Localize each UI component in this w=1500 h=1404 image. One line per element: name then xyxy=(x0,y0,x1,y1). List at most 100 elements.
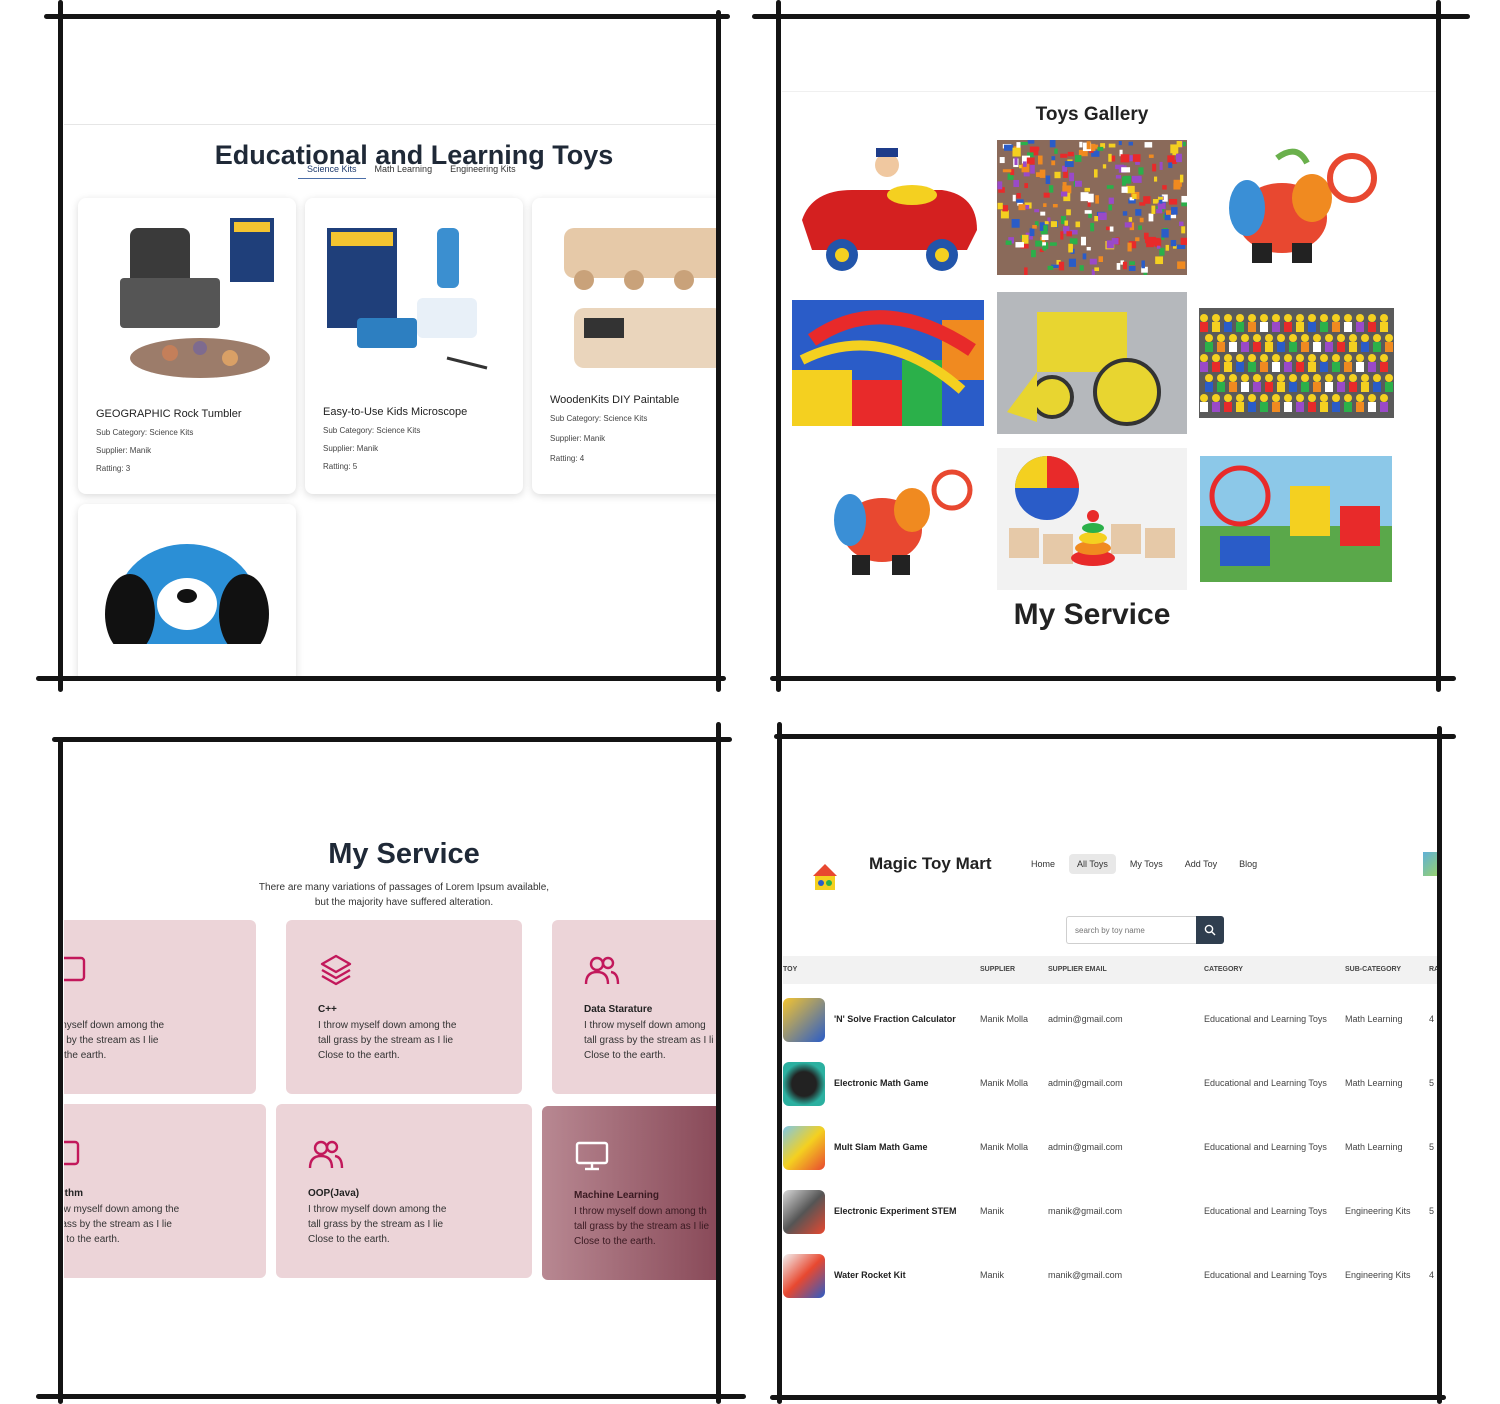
toy-thumbnail xyxy=(783,1254,825,1298)
table-row[interactable]: Water Rocket Kit Manik manik@gmail.com E… xyxy=(783,1244,1437,1308)
service-card[interactable]: hrow myself down among thel grass by the… xyxy=(64,920,256,1094)
category-tabs: Science Kits Math Learning Engineering K… xyxy=(298,160,525,179)
nav-my-toys[interactable]: My Toys xyxy=(1122,854,1171,874)
service-card-name: OOP(Java) xyxy=(308,1188,360,1199)
my-service-panel: My Service There are many variations of … xyxy=(64,742,716,1394)
table-row[interactable]: Electronic Experiment STEM Manik manik@g… xyxy=(783,1180,1437,1244)
gallery-image-red-car[interactable] xyxy=(792,140,982,280)
service-subtitle: There are many variations of passages of… xyxy=(254,880,554,910)
toy-sub-category: Math Learning xyxy=(1345,1078,1403,1088)
toy-name: Electronic Math Game xyxy=(834,1078,929,1088)
rock-tumbler-image xyxy=(120,218,274,378)
service-card[interactable]: OOP(Java) I throw myself down among the t… xyxy=(276,1104,532,1278)
table-row[interactable]: Electronic Math Game Manik Molla admin@g… xyxy=(783,1052,1437,1116)
toy-card[interactable]: WoodenKits DIY Paintable Sub Category: S… xyxy=(532,198,718,494)
nav-blog[interactable]: Blog xyxy=(1231,854,1265,874)
toy-rating: 4 xyxy=(1429,1014,1435,1024)
service-card-desc: I throw myself down among tall grass by t… xyxy=(584,1020,714,1061)
frame-border xyxy=(36,1394,746,1399)
toy-rating: 5 xyxy=(1429,1206,1435,1216)
service-card[interactable]: rithm ow myself down among therass by th… xyxy=(64,1104,266,1278)
toy-name: GEOGRAPHIC Rock Tumbler xyxy=(96,408,242,420)
frame-border xyxy=(770,676,1456,681)
toy-sub-category: Sub Category: Science Kits xyxy=(96,428,194,437)
nav-all-toys[interactable]: All Toys xyxy=(1069,854,1116,874)
layers-icon xyxy=(320,954,352,986)
toy-supplier: Manik xyxy=(980,1270,1005,1280)
avatar[interactable] xyxy=(1423,852,1437,876)
users-icon xyxy=(584,956,620,985)
toy-email: admin@gmail.com xyxy=(1048,1014,1123,1024)
toy-thumbnail xyxy=(783,1126,825,1170)
service-card-desc: I throw myself down among th tall grass b… xyxy=(574,1206,710,1247)
gallery-image-plush-dog[interactable] xyxy=(1202,138,1392,280)
nav-add-toy[interactable]: Add Toy xyxy=(1177,854,1225,874)
magic-toy-mart-logo[interactable] xyxy=(807,858,843,894)
top-navbar xyxy=(64,20,718,125)
search-button[interactable] xyxy=(1196,916,1224,944)
service-card-active[interactable]: Machine Learning I throw myself down amo… xyxy=(542,1106,716,1280)
tab-science-kits[interactable]: Science Kits xyxy=(298,160,366,179)
toy-name: Mult Slam Math Game xyxy=(834,1142,928,1152)
service-card[interactable]: C++ I throw myself down among the tall gr… xyxy=(286,920,522,1094)
gallery-image-toys-letters[interactable] xyxy=(997,448,1187,590)
toy-supplier: Supplier: Manik xyxy=(323,444,379,453)
toy-sub-category: Math Learning xyxy=(1345,1142,1403,1152)
frame-border xyxy=(774,734,1456,739)
frame-border xyxy=(58,737,63,1404)
toy-supplier: Manik Molla xyxy=(980,1014,1029,1024)
toy-category: Educational and Learning Toys xyxy=(1204,1206,1327,1216)
frame-border xyxy=(36,676,726,681)
window-icon xyxy=(64,1140,80,1166)
service-card-desc: hrow myself down among thel grass by the… xyxy=(64,1020,165,1061)
tab-math-learning[interactable]: Math Learning xyxy=(366,160,442,179)
service-card-desc: I throw myself down among the tall grass … xyxy=(318,1020,457,1061)
gallery-image-lego-city[interactable] xyxy=(1200,456,1392,582)
toy-card[interactable]: Easy-to-Use Kids Microscope Sub Category… xyxy=(305,198,523,494)
toy-card[interactable]: GEOGRAPHIC Rock Tumbler Sub Category: Sc… xyxy=(78,198,296,494)
toy-supplier: Supplier: Manik xyxy=(96,446,152,455)
toy-email: manik@gmail.com xyxy=(1048,1206,1123,1216)
tab-engineering-kits[interactable]: Engineering Kits xyxy=(441,160,525,179)
frame-border xyxy=(44,14,730,19)
col-supplier: SUPPLIER xyxy=(980,966,1016,973)
main-nav: Home All Toys My Toys Add Toy Blog xyxy=(1023,854,1265,874)
toy-email: manik@gmail.com xyxy=(1048,1270,1123,1280)
toy-rating: 4 xyxy=(1429,1270,1435,1280)
service-card-name: rithm xyxy=(64,1188,83,1199)
gallery-image-plush-dog-2[interactable] xyxy=(812,450,984,590)
table-row[interactable]: 'N' Solve Fraction Calculator Manik Moll… xyxy=(783,988,1437,1052)
nav-home[interactable]: Home xyxy=(1023,854,1063,874)
col-toy: TOY xyxy=(783,966,798,973)
microscope-image xyxy=(327,228,488,370)
gallery-image-lego-figures[interactable] xyxy=(1199,308,1394,418)
wooden-kit-image xyxy=(564,228,718,368)
service-card[interactable]: Data Starature I throw myself down among… xyxy=(552,920,716,1094)
toy-name: 'N' Solve Fraction Calculator xyxy=(834,1014,956,1024)
toy-category: Educational and Learning Toys xyxy=(1204,1078,1327,1088)
service-subtitle-line2: but the majority have suffered alteratio… xyxy=(314,897,494,908)
frame-border xyxy=(770,1395,1446,1400)
toy-email: admin@gmail.com xyxy=(1048,1142,1123,1152)
gallery-image-yellow-tractor[interactable] xyxy=(997,292,1187,434)
toy-name: Easy-to-Use Kids Microscope xyxy=(323,406,468,418)
toys-gallery-panel: Toys Gallery My Service xyxy=(782,20,1436,674)
toy-supplier: Manik Molla xyxy=(980,1142,1029,1152)
toy-thumbnail xyxy=(783,1062,825,1106)
service-card-desc: I throw myself down among the tall grass … xyxy=(308,1204,447,1245)
toy-card[interactable] xyxy=(78,504,296,680)
search-input[interactable] xyxy=(1066,916,1196,944)
col-category: CATEGORY xyxy=(1204,966,1243,973)
frame-border xyxy=(716,10,721,692)
toy-sub-category: Sub Category: Science Kits xyxy=(323,426,421,435)
toy-supplier: Manik Molla xyxy=(980,1078,1029,1088)
toy-sub-category: Engineering Kits xyxy=(1345,1270,1411,1280)
gallery-image-blocks[interactable] xyxy=(792,300,984,426)
frame-border xyxy=(776,0,781,692)
table-row[interactable]: Mult Slam Math Game Manik Molla admin@gm… xyxy=(783,1116,1437,1180)
brand-name[interactable]: Magic Toy Mart xyxy=(869,854,991,874)
gallery-image-toy-pile[interactable] xyxy=(997,140,1187,275)
toy-category: Educational and Learning Toys xyxy=(1204,1270,1327,1280)
frame-border xyxy=(777,722,782,1404)
col-sub-category: SUB-CATEGORY xyxy=(1345,966,1401,973)
